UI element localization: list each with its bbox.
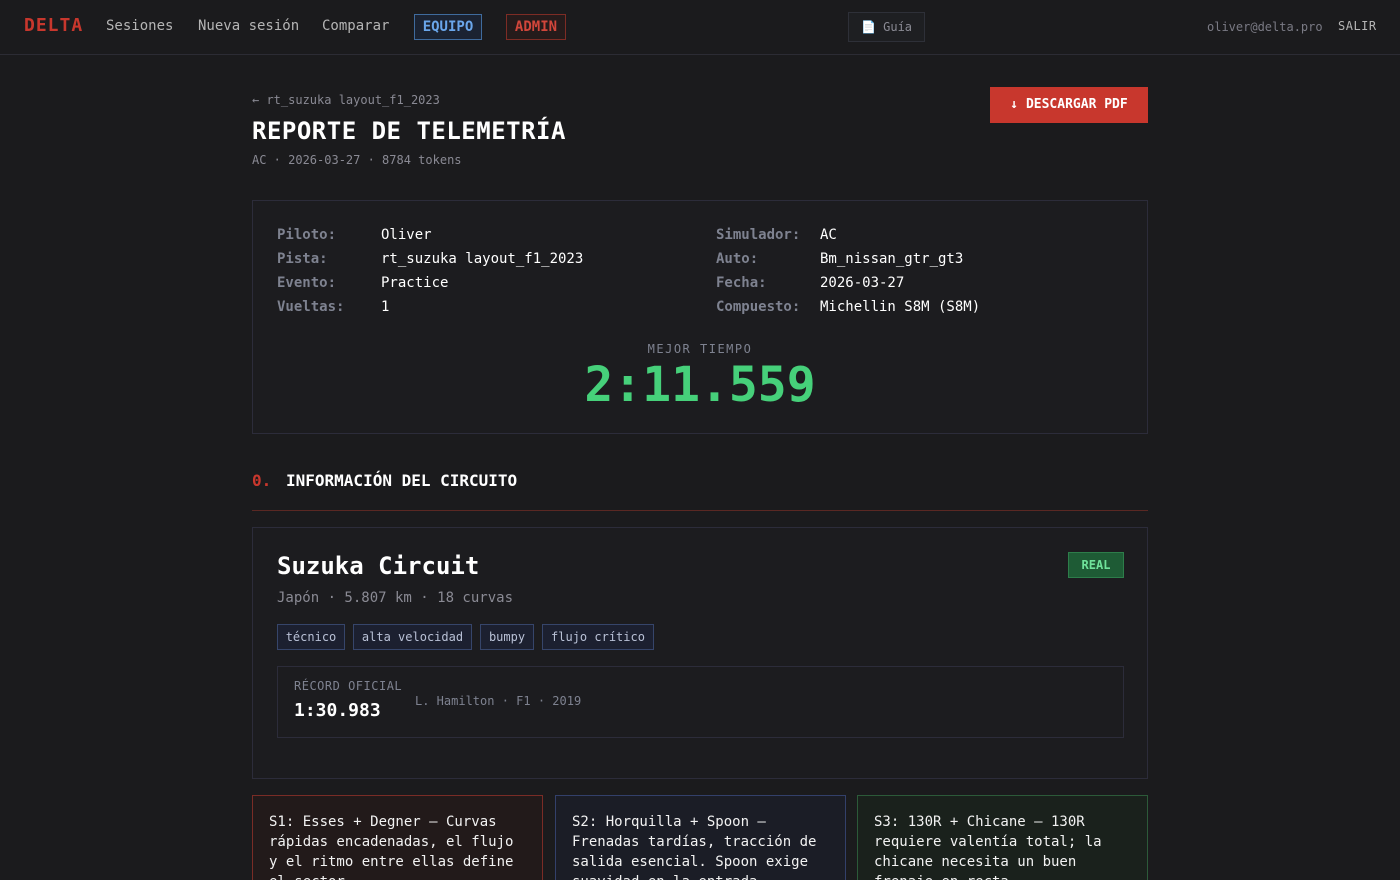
best-time-label: MEJOR TIEMPO xyxy=(647,342,753,356)
session-summary-card: Piloto: Oliver Pista: rt_suzuka layout_f… xyxy=(252,200,1148,434)
field-value: rt_suzuka layout_f1_2023 xyxy=(381,251,584,267)
circuit-tag: alta velocidad xyxy=(353,624,472,650)
record-label: RÉCORD OFICIAL xyxy=(294,679,403,693)
field-label: Pista: xyxy=(277,251,328,267)
circuit-tag: flujo crítico xyxy=(542,624,654,650)
field-value: AC xyxy=(820,227,837,243)
guide-button[interactable]: 📄 Guía xyxy=(848,12,925,42)
circuit-tag: bumpy xyxy=(480,624,534,650)
field-value: 2026-03-27 xyxy=(820,275,905,291)
circuit-tag: técnico xyxy=(277,624,345,650)
nav-link-new-session[interactable]: Nueva sesión xyxy=(198,18,299,34)
real-badge: REAL xyxy=(1068,552,1124,578)
page-title: REPORTE DE TELEMETRÍA xyxy=(252,117,566,145)
sector-card-s3: S3: 130R + Chicane — 130R requiere valen… xyxy=(857,795,1148,880)
circuit-name: Suzuka Circuit xyxy=(277,552,480,580)
circuit-subtitle: Japón · 5.807 km · 18 curvas xyxy=(277,590,514,606)
sector-card-s2: S2: Horquilla + Spoon — Frenadas tardías… xyxy=(555,795,846,880)
field-label: Auto: xyxy=(716,251,759,267)
field-value: Practice xyxy=(381,275,449,291)
best-time-value: 2:11.559 xyxy=(584,357,816,413)
back-link[interactable]: ← rt_suzuka layout_f1_2023 xyxy=(252,93,440,107)
sector-card-s1: S1: Esses + Degner — Curvas rápidas enca… xyxy=(252,795,543,880)
nav-link-sessions[interactable]: Sesiones xyxy=(106,18,173,34)
section-number: 0. xyxy=(252,471,272,490)
circuit-info-card: Suzuka Circuit REAL Japón · 5.807 km · 1… xyxy=(252,527,1148,779)
field-value: Michellin S8M (S8M) xyxy=(820,299,981,315)
download-pdf-button[interactable]: ↓ DESCARGAR PDF xyxy=(990,87,1148,123)
field-label: Evento: xyxy=(277,275,337,291)
nav-admin-button[interactable]: ADMIN xyxy=(506,14,566,40)
field-value: 1 xyxy=(381,299,390,315)
app-logo[interactable]: DELTA xyxy=(24,15,83,36)
record-time: 1:30.983 xyxy=(294,700,381,721)
top-nav-bar: DELTA Sesiones Nueva sesión Comparar EQU… xyxy=(0,0,1400,55)
section-title: INFORMACIÓN DEL CIRCUITO xyxy=(286,471,518,490)
field-label: Piloto: xyxy=(277,227,337,243)
nav-team-button[interactable]: EQUIPO xyxy=(414,14,482,40)
field-label: Fecha: xyxy=(716,275,767,291)
user-email: oliver@delta.pro xyxy=(1207,20,1323,34)
field-value: Oliver xyxy=(381,227,432,243)
nav-link-compare[interactable]: Comparar xyxy=(322,18,389,34)
record-holder: L. Hamilton · F1 · 2019 xyxy=(415,694,582,708)
field-label: Compuesto: xyxy=(716,299,801,315)
logout-button[interactable]: SALIR xyxy=(1338,19,1377,33)
field-value: Bm_nissan_gtr_gt3 xyxy=(820,251,964,267)
field-label: Vueltas: xyxy=(277,299,345,315)
section-divider xyxy=(252,510,1148,511)
official-record-box: RÉCORD OFICIAL 1:30.983 L. Hamilton · F1… xyxy=(277,666,1124,738)
field-label: Simulador: xyxy=(716,227,801,243)
report-meta: AC · 2026-03-27 · 8784 tokens xyxy=(252,153,462,167)
